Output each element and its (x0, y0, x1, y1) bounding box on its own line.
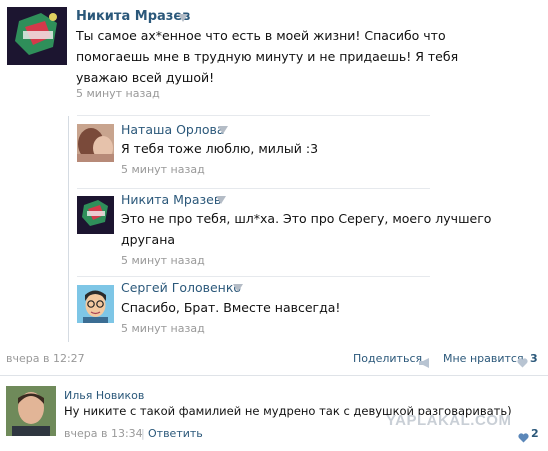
heart-icon[interactable] (517, 353, 528, 368)
divider (77, 115, 430, 116)
reply-menu-chevron-icon[interactable] (218, 126, 228, 134)
reply-text-line: другана (121, 232, 176, 247)
post-text-line: уважаю всей душой! (76, 70, 215, 85)
divider (0, 375, 548, 376)
reply-menu-chevron-icon[interactable] (233, 284, 243, 292)
like-button[interactable]: Мне нравится (443, 352, 524, 365)
reply-time[interactable]: 5 минут назад (121, 163, 205, 176)
reply-time[interactable]: 5 минут назад (121, 322, 205, 335)
heart-icon[interactable] (518, 428, 529, 443)
divider (77, 188, 430, 189)
reply-author[interactable]: Никита Мразев (121, 192, 221, 207)
post-time[interactable]: 5 минут назад (76, 87, 160, 100)
comment-separator: | (141, 427, 145, 440)
reply-text-line: Это не про тебя, шл*ха. Это про Серегу, … (121, 211, 492, 226)
reply-button[interactable]: Ответить (148, 427, 203, 440)
post-text: Ты самое ах*енное что есть в моей жизни!… (76, 25, 546, 88)
comment-date[interactable]: вчера в 13:34 (64, 427, 143, 440)
like-count: 3 (530, 352, 538, 365)
avatar-nikita[interactable] (7, 7, 67, 65)
avatar-ilya[interactable] (6, 386, 56, 436)
reply-text-line: Я тебя тоже люблю, милый :3 (121, 141, 319, 156)
comment-like-count: 2 (531, 427, 539, 440)
thread-line (68, 116, 69, 342)
post-text-line: помогаешь мне в трудную минуту и не прид… (76, 49, 459, 64)
reply-author[interactable]: Сергей Головенко (121, 280, 241, 295)
post-date[interactable]: вчера в 12:27 (6, 352, 85, 365)
post-author[interactable]: Никита Мразев (76, 9, 190, 24)
divider (77, 276, 430, 277)
post-text-line: Ты самое ах*енное что есть в моей жизни!… (76, 28, 446, 43)
reply-text: Это не про тебя, шл*ха. Это про Серегу, … (121, 208, 541, 250)
reply-author[interactable]: Наташа Орлова (121, 122, 225, 137)
megaphone-icon[interactable] (418, 353, 430, 368)
avatar-sergey[interactable] (77, 285, 114, 323)
reply-text: Я тебя тоже люблю, милый :3 (121, 138, 541, 159)
avatar-natasha[interactable] (77, 124, 114, 162)
avatar-nikita[interactable] (77, 196, 114, 234)
reply-text-line: Спасибо, Брат. Вместе навсегда! (121, 300, 341, 315)
reply-menu-chevron-icon[interactable] (216, 196, 226, 204)
watermark: YAPLAKAL.COM (386, 412, 512, 429)
reply-time[interactable]: 5 минут назад (121, 254, 205, 267)
share-button[interactable]: Поделиться (353, 352, 422, 365)
post-menu-chevron-icon[interactable] (178, 14, 188, 22)
reply-text: Спасибо, Брат. Вместе навсегда! (121, 297, 541, 318)
